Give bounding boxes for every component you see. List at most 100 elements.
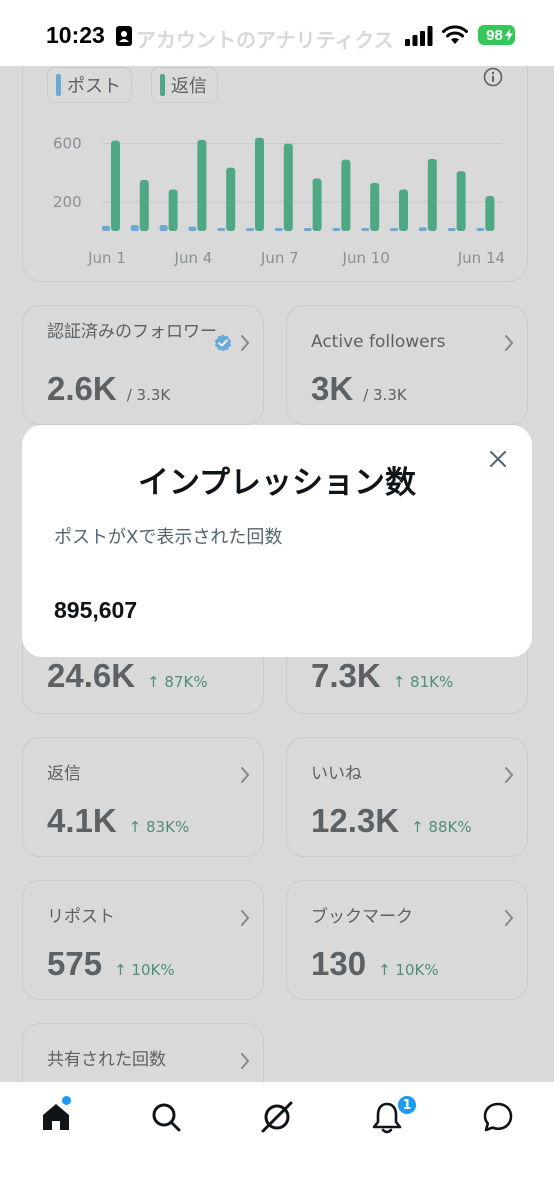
bar-replies-1 [111, 140, 120, 231]
notification-badge: 1 [396, 1094, 418, 1116]
stat-number: 24.6K [47, 657, 136, 694]
bar-replies-11 [399, 189, 408, 231]
stat-label-shares: 共有された回数 [47, 1050, 166, 1070]
battery-indicator: 98 [478, 25, 515, 45]
wifi-icon [442, 25, 468, 44]
search-icon[interactable] [149, 1100, 183, 1134]
stat-value-impressions: 24.6K ↑ 87K% [47, 657, 208, 695]
stat-delta: ↑ 81K% [392, 673, 454, 691]
x-tick-label: Jun 4 [174, 249, 213, 267]
bar-posts-5 [217, 228, 226, 231]
bar-chart: 600 200 Jun 1 Jun 4 Jun 7 Jun 10 Jun 14 [53, 135, 505, 267]
signal-icon [405, 26, 433, 46]
bar-posts-6 [246, 228, 254, 231]
modal-value: 895,607 [54, 597, 138, 623]
stat-value-replies: 4.1K ↑ 83K% [47, 802, 189, 840]
bar-posts-14 [476, 228, 485, 231]
stat-label-likes: いいね [311, 764, 362, 784]
stat-card-verified-followers[interactable]: 認証済みのフォロワー 2.6K / 3.3K [22, 305, 264, 425]
bar-posts-9 [332, 228, 341, 231]
bar-posts-1 [102, 225, 110, 231]
bar-posts-4 [188, 226, 197, 231]
chevron-right-icon [505, 335, 514, 351]
stat-label-bookmarks: ブックマーク [311, 907, 413, 927]
stat-value-bookmarks: 130 ↑ 10K% [311, 945, 439, 983]
chevron-right-icon [241, 767, 250, 783]
stat-card-reposts[interactable]: リポスト 575 ↑ 10K% [22, 880, 264, 1000]
stat-number: 12.3K [311, 802, 400, 839]
home-icon[interactable] [39, 1100, 73, 1134]
stat-number: 575 [47, 945, 103, 982]
stat-value-likes: 12.3K ↑ 88K% [311, 802, 472, 840]
chevron-right-icon [505, 767, 514, 783]
bar-posts-13 [447, 228, 456, 231]
bar-posts-11 [390, 228, 398, 231]
bar-replies-4 [197, 139, 207, 231]
bar-replies-8 [312, 178, 322, 231]
stat-label-verified-followers: 認証済みのフォロワー [47, 322, 217, 342]
chevron-right-icon [505, 910, 514, 926]
stat-value-active-followers: 3K / 3.3K [311, 370, 407, 408]
page-title-behind: アカウントのアナリティクス [136, 28, 394, 52]
bar-replies-10 [370, 182, 380, 231]
stat-value-engagements: 7.3K ↑ 81K% [311, 657, 453, 695]
stat-number: 7.3K [311, 657, 381, 694]
focus-person-icon [116, 26, 132, 46]
modal-description: ポストがXで表示された回数 [54, 527, 283, 548]
modal-title: インプレッション数 [137, 465, 417, 501]
chevron-right-icon [241, 910, 250, 926]
stat-value-verified-followers: 2.6K / 3.3K [47, 370, 170, 408]
stat-card-likes[interactable]: いいね 12.3K ↑ 88K% [286, 737, 528, 857]
charging-bolt-icon [505, 29, 513, 41]
stat-card-active-followers[interactable]: Active followers 3K / 3.3K [286, 305, 528, 425]
stat-delta: ↑ 88K% [411, 818, 472, 836]
x-tick-label: Jun 10 [342, 249, 390, 267]
impressions-modal: インプレッション数 ポストがXで表示された回数 895,607 [22, 425, 532, 657]
bar-replies-12 [427, 158, 437, 231]
x-tick-label: Jun 14 [457, 249, 505, 267]
stat-number: 4.1K [47, 802, 117, 839]
bar-replies-2 [139, 180, 149, 231]
bar-replies-5 [226, 167, 236, 231]
bar-replies-14 [485, 196, 495, 231]
x-tick-label: Jun 1 [87, 249, 126, 267]
stat-number: 2.6K [47, 370, 117, 407]
bar-posts-12 [418, 227, 427, 231]
bar-posts-8 [303, 228, 312, 231]
stat-delta: ↑ 10K% [114, 961, 175, 979]
stat-delta: ↑ 83K% [128, 818, 190, 836]
stat-card-bookmarks[interactable]: ブックマーク 130 ↑ 10K% [286, 880, 528, 1000]
y-tick-label: 200 [53, 193, 82, 211]
bottom-nav: 1 [0, 1082, 554, 1200]
battery-level: 98 [486, 26, 503, 44]
stat-label-replies: 返信 [47, 764, 81, 784]
stat-delta: ↑ 10K% [378, 961, 439, 979]
chevron-right-icon [241, 1053, 250, 1069]
close-icon[interactable] [488, 449, 508, 469]
chart-card: ポスト 返信 600 200 Jun 1 Jun 4 Jun 7 Jun 10 Jun 14 [22, 40, 528, 282]
verified-badge-icon [214, 334, 232, 352]
bar-posts-10 [361, 228, 370, 231]
chevron-right-icon [241, 335, 250, 351]
stat-label-reposts: リポスト [47, 907, 115, 927]
stat-number: 3K [311, 370, 354, 407]
messages-icon[interactable] [481, 1100, 515, 1134]
stat-delta: ↑ 87K% [147, 673, 208, 691]
status-time: 10:23 [46, 22, 105, 48]
bar-replies-6 [255, 137, 264, 231]
bar-posts-3 [159, 225, 168, 231]
bar-replies-9 [341, 159, 351, 231]
bar-posts-2 [130, 225, 139, 231]
bar-posts-7 [274, 228, 283, 231]
grok-icon[interactable] [260, 1100, 294, 1134]
stat-total: / 3.3K [363, 386, 407, 404]
stat-card-replies[interactable]: 返信 4.1K ↑ 83K% [22, 737, 264, 857]
bar-replies-7 [283, 143, 293, 231]
stat-label-active-followers: Active followers [311, 332, 446, 352]
stat-total: / 3.3K [126, 386, 171, 404]
stat-value-reposts: 575 ↑ 10K% [47, 945, 175, 983]
home-unread-dot [62, 1096, 71, 1105]
bar-replies-13 [456, 171, 466, 231]
stat-number: 130 [311, 945, 367, 982]
y-tick-label: 600 [53, 135, 82, 153]
